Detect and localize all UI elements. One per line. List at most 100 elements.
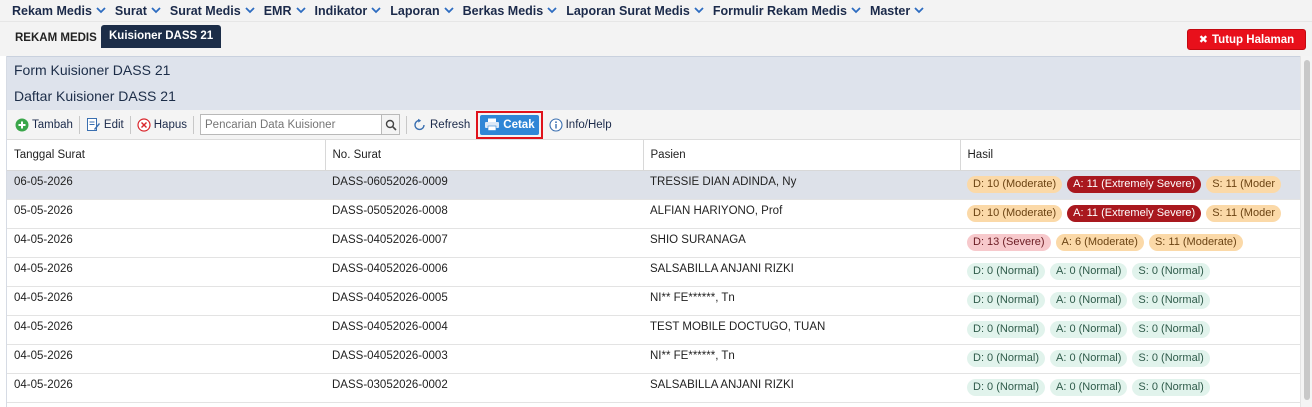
nav-item-laporan-surat-medis[interactable]: Laporan Surat Medis [566,4,704,18]
table-row[interactable]: 04-05-2026 DASS-04052026-0005 NI** FE*****… [7,286,1301,316]
result-badge-severe: D: 13 (Severe) [967,234,1051,251]
cell-no: DASS-06052026-0009 [325,170,643,200]
nav-item-berkas-medis[interactable]: Berkas Medis [463,4,558,18]
result-badges: D: 13 (Severe) A: 6 (Moderate) S: 11 (Mode… [967,234,1301,251]
result-badge-normal: A: 0 (Normal) [1050,292,1128,309]
nav-item-label: Berkas Medis [462,3,544,18]
result-badge-moderate: D: 10 (Moderate) [967,176,1063,193]
result-badges: D: 10 (Moderate) A: 11 (Extremely Severe)… [967,205,1301,222]
cell-hasil: D: 0 (Normal) A: 0 (Normal) S: 0 (Normal) [960,373,1301,403]
scrollbar-thumb[interactable] [1304,60,1310,400]
search-input[interactable] [201,115,381,134]
result-badge-moderate: S: 11 (Moder [1206,205,1281,222]
add-label: Tambah [32,118,73,131]
result-badge-extreme: A: 11 (Extremely Severe) [1067,176,1202,193]
plus-circle-icon [15,118,29,132]
cell-no: DASS-05052026-0008 [325,199,643,229]
cell-date: 04-05-2026 [7,286,325,316]
tab-kuisioner-dass21[interactable]: Kuisioner DASS 21 [101,25,222,48]
nav-item-surat-medis[interactable]: Surat Medis [170,4,255,18]
cell-patient: TEST MOBILE DOCTUGO, TUAN [643,315,960,345]
nav-item-emr[interactable]: EMR [264,4,306,18]
close-page-button[interactable]: ✖ Tutup Halaman [1187,29,1306,50]
cell-hasil: D: 0 (Normal) A: 0 (Normal) S: 0 (Normal) [960,257,1301,287]
nav-item-label: Master [869,3,911,18]
search-icon[interactable] [381,115,399,134]
result-badge-normal: S: 0 (Normal) [1132,379,1210,396]
add-button[interactable]: Tambah [15,118,73,132]
table-row[interactable]: 06-05-2026 DASS-06052026-0009 TRESSIE DIAN… [7,170,1301,200]
table-row[interactable]: 05-05-2026 DASS-05052026-0008 ALFIAN HARIY… [7,199,1301,229]
printer-icon [484,118,500,131]
chevron-down-icon [851,7,861,14]
edit-document-icon [86,117,101,132]
result-badges: D: 0 (Normal) A: 0 (Normal) S: 0 (Normal) [967,321,1301,338]
result-badge-moderate: S: 11 (Moder [1206,176,1281,193]
cell-patient: ALFIAN HARIYONO, Prof [643,199,960,229]
result-badge-normal: D: 0 (Normal) [967,379,1046,396]
chevron-down-icon [96,7,106,14]
nav-item-label: Formulir Rekam Medis [712,3,847,18]
edit-label: Edit [103,118,124,131]
table-row[interactable]: 04-05-2026 DASS-04052026-0003 NI** FE*****… [7,344,1301,374]
chevron-down-icon [151,7,161,14]
delete-button[interactable]: Hapus [137,117,187,132]
nav-item-label: EMR [263,3,292,18]
column-header-pasien[interactable]: Pasien [643,140,961,171]
nav-item-label: Indikator [314,3,368,18]
result-badge-normal: S: 0 (Normal) [1132,263,1210,280]
cell-hasil: D: 0 (Normal) A: 0 (Normal) S: 0 (Normal) [960,315,1301,345]
vertical-scrollbar[interactable] [1300,56,1312,407]
table-row[interactable]: 04-05-2026 DASS-03052026-0002 SALSABILLA A… [7,373,1301,403]
result-badge-normal: A: 0 (Normal) [1050,263,1128,280]
help-button[interactable]: Info/Help [549,117,612,132]
result-badge-moderate: D: 10 (Moderate) [967,205,1063,222]
info-icon [549,117,563,132]
print-button[interactable]: Cetak [480,114,539,135]
nav-item-master[interactable]: Master [870,4,924,18]
result-badges: D: 0 (Normal) A: 0 (Normal) S: 0 (Normal) [967,263,1301,280]
result-badge-normal: A: 0 (Normal) [1050,379,1128,396]
column-header-tanggal[interactable]: Tanggal Surat [7,140,326,171]
chevron-down-icon [694,7,704,14]
result-badge-normal: D: 0 (Normal) [967,350,1046,367]
refresh-button[interactable]: Refresh [413,118,470,132]
nav-item-label: Surat Medis [169,3,241,18]
nav-item-rekam-medis[interactable]: Rekam Medis [12,4,106,18]
main-menu-bar: Rekam Medis Surat Surat Medis EMR Indikator L… [0,0,1312,22]
nav-item-label: Laporan [390,3,440,18]
refresh-label: Refresh [430,118,471,131]
result-badges: D: 0 (Normal) A: 0 (Normal) S: 0 (Normal) [967,292,1301,309]
nav-item-label: Surat [114,3,147,18]
nav-item-surat[interactable]: Surat [115,4,161,18]
cell-no: DASS-04052026-0003 [325,344,643,374]
toolbar-divider [129,115,131,134]
tab-rekam-medis[interactable]: REKAM MEDIS [15,32,97,44]
nav-item-indikator[interactable]: Indikator [315,4,382,18]
refresh-icon [413,118,427,132]
kuisioner-table: Tanggal Surat No. Surat Pasien Hasil 06-… [7,140,1302,403]
result-badge-normal: A: 0 (Normal) [1050,321,1128,338]
result-badge-normal: D: 0 (Normal) [967,263,1046,280]
cell-patient: SALSABILLA ANJANI RIZKI [643,373,960,403]
column-header-no-surat[interactable]: No. Surat [325,140,644,171]
column-header-hasil[interactable]: Hasil [960,140,1302,171]
result-badges: D: 10 (Moderate) A: 11 (Extremely Severe)… [967,176,1301,193]
cell-patient: TRESSIE DIAN ADINDA, Ny [643,170,960,200]
nav-item-laporan[interactable]: Laporan [390,3,454,18]
list-title: Daftar Kuisioner DASS 21 [7,83,1300,110]
nav-item-formulir-rekam-medis[interactable]: Formulir Rekam Medis [713,4,861,18]
cell-date: 04-05-2026 [7,257,325,287]
cell-patient: NI** FE******, Tn [643,286,960,316]
result-badge-moderate: S: 11 (Moderate) [1148,234,1243,251]
cell-no: DASS-04052026-0004 [325,315,643,345]
edit-button[interactable]: Edit [86,117,124,132]
result-badge-normal: S: 0 (Normal) [1132,292,1210,309]
cell-date: 04-05-2026 [7,373,325,403]
cell-patient: NI** FE******, Tn [643,344,960,374]
table-row[interactable]: 04-05-2026 DASS-04052026-0004 TEST MOBILE … [7,315,1301,345]
table-row[interactable]: 04-05-2026 DASS-04052026-0007 SHIO SURANAG… [7,228,1301,258]
result-badge-normal: S: 0 (Normal) [1132,350,1210,367]
grid-toolbar: Tambah Edit Hapus Refre [7,110,1300,140]
table-row[interactable]: 04-05-2026 DASS-04052026-0006 SALSABILLA A… [7,257,1301,287]
